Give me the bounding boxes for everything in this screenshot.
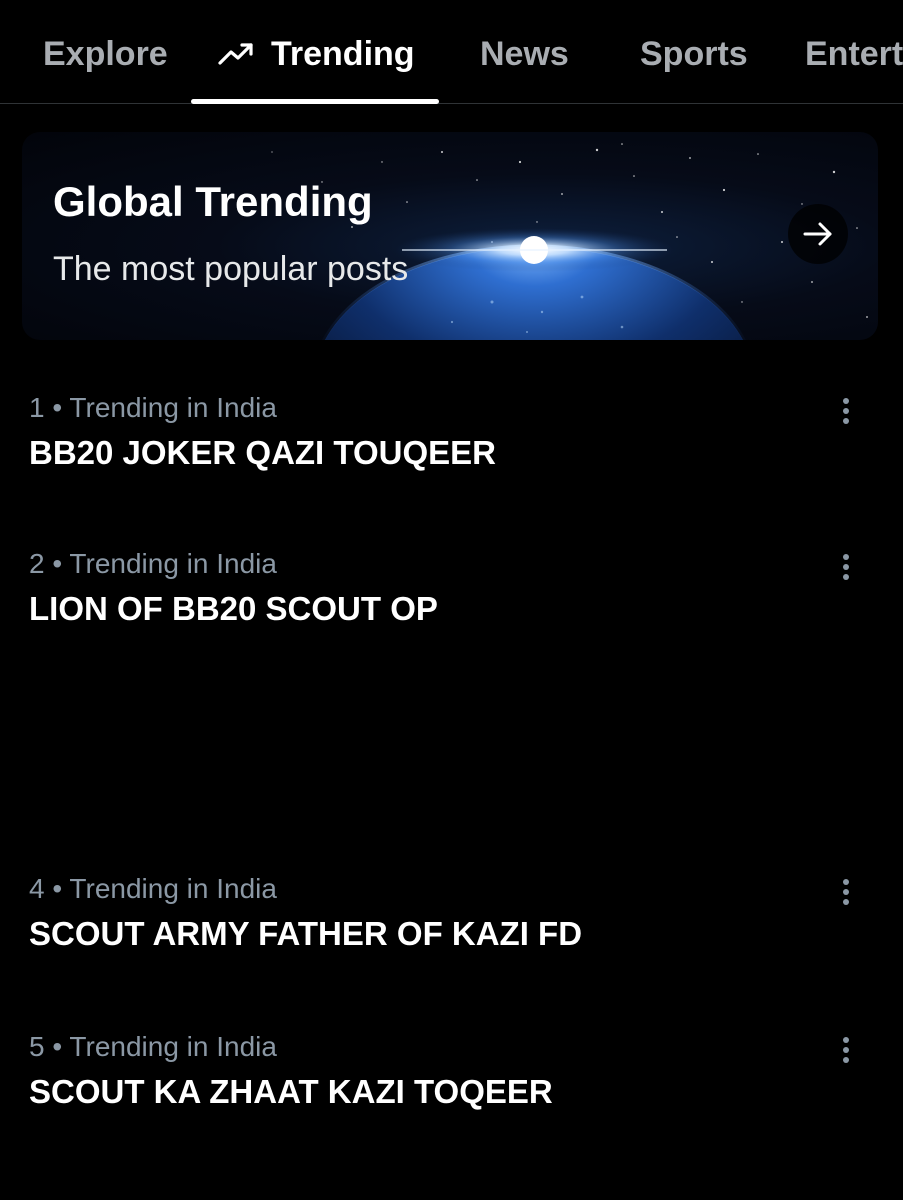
banner-title: Global Trending bbox=[53, 178, 373, 225]
earth-from-space-image bbox=[271, 143, 868, 340]
active-tab-indicator bbox=[191, 99, 439, 104]
more-options-icon[interactable] bbox=[830, 552, 862, 592]
tab-explore[interactable]: Explore bbox=[43, 30, 168, 78]
more-options-icon[interactable] bbox=[830, 396, 862, 436]
tab-sports[interactable]: Sports bbox=[640, 30, 748, 78]
tab-trending[interactable]: Trending bbox=[217, 30, 415, 78]
trend-meta: 1 • Trending in India bbox=[29, 392, 277, 423]
more-options-icon[interactable] bbox=[830, 1035, 862, 1075]
arrow-right-icon bbox=[803, 222, 832, 246]
trend-meta: 2 • Trending in India bbox=[29, 548, 277, 579]
trend-item[interactable]: 1 • Trending in India BB20 JOKER QAZI TO… bbox=[0, 392, 903, 522]
trend-item[interactable]: 5 • Trending in India SCOUT KA ZHAAT KAZ… bbox=[0, 1031, 903, 1161]
explore-tabs: Explore Trending News Sports Entert bbox=[0, 0, 903, 104]
more-options-icon[interactable] bbox=[830, 877, 862, 917]
trend-meta: 4 • Trending in India bbox=[29, 873, 277, 904]
trending-up-icon bbox=[218, 43, 253, 65]
trend-meta: 5 • Trending in India bbox=[29, 1031, 277, 1062]
trend-title: SCOUT KA ZHAAT KAZI TOQEER bbox=[29, 1073, 553, 1110]
trend-item[interactable]: 4 • Trending in India SCOUT ARMY FATHER … bbox=[0, 873, 903, 1003]
banner-subtitle: The most popular posts bbox=[53, 250, 409, 288]
trend-title: SCOUT ARMY FATHER OF KAZI FD bbox=[29, 915, 583, 952]
empty-trend-slot bbox=[0, 668, 903, 832]
trend-title: LION OF BB20 SCOUT OP bbox=[29, 590, 438, 627]
tab-trending-label: Trending bbox=[271, 35, 415, 73]
trending-page: Explore Trending News Sports Entert Glob… bbox=[0, 0, 903, 1200]
tab-entertainment[interactable]: Entert bbox=[805, 30, 903, 78]
global-trending-banner[interactable]: Global Trending The most popular posts bbox=[22, 132, 878, 340]
banner-arrow-button[interactable] bbox=[788, 204, 848, 264]
tab-news[interactable]: News bbox=[480, 30, 569, 78]
trend-item[interactable]: 2 • Trending in India LION OF BB20 SCOUT… bbox=[0, 548, 903, 678]
trend-title: BB20 JOKER QAZI TOUQEER bbox=[29, 434, 496, 471]
